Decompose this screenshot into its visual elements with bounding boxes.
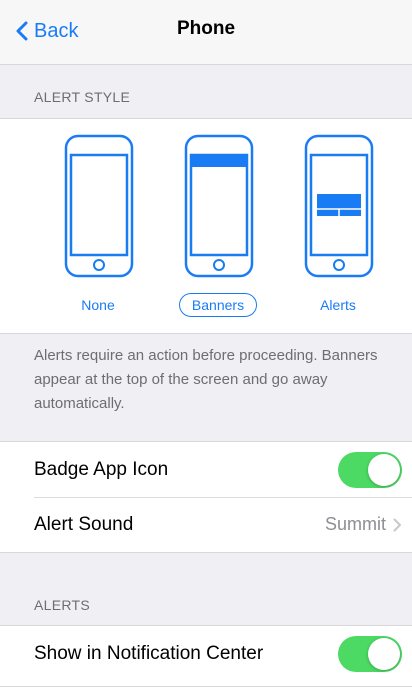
chevron-right-icon	[393, 518, 401, 532]
alert-sound-value: Summit	[324, 514, 386, 534]
alert-style-header: ALERT STYLE	[34, 89, 131, 105]
badge-app-icon-toggle[interactable]	[338, 452, 402, 488]
alert-style-panel: None Banners Alerts	[0, 118, 412, 334]
navigation-bar: Back Phone	[0, 0, 412, 65]
alert-style-none-label: None	[81, 297, 115, 313]
show-in-notification-center-toggle[interactable]	[338, 636, 402, 672]
phone-banners-illustration	[184, 134, 254, 278]
alert-sound-row[interactable]: Alert Sound Summit	[0, 497, 412, 552]
alerts-header: ALERTS	[34, 597, 91, 613]
phone-none-illustration	[64, 134, 134, 278]
alert-style-banners[interactable]: Banners	[168, 133, 268, 333]
alert-style-description: Alerts require an action before proceedi…	[34, 347, 378, 412]
show-in-notification-center-row: Show in Notification Center	[0, 626, 412, 681]
alert-style-alerts[interactable]: Alerts	[288, 133, 388, 333]
alert-sound-label: Alert Sound	[34, 513, 134, 535]
show-in-notification-center-label: Show in Notification Center	[34, 642, 264, 664]
alert-style-alerts-label: Alerts	[320, 297, 356, 313]
toggle-knob	[368, 638, 400, 670]
page-title: Phone	[176, 18, 236, 39]
badge-app-icon-row: Badge App Icon	[0, 442, 412, 497]
phone-alerts-illustration	[304, 134, 374, 278]
badge-app-icon-label: Badge App Icon	[34, 458, 169, 480]
alert-style-none[interactable]: None	[48, 133, 148, 333]
alerts-group: Show in Notification Center	[0, 625, 412, 687]
alert-style-banners-label: Banners	[168, 293, 268, 317]
settings-group: Badge App Icon Alert Sound Summit	[0, 441, 412, 553]
toggle-knob	[368, 454, 400, 486]
